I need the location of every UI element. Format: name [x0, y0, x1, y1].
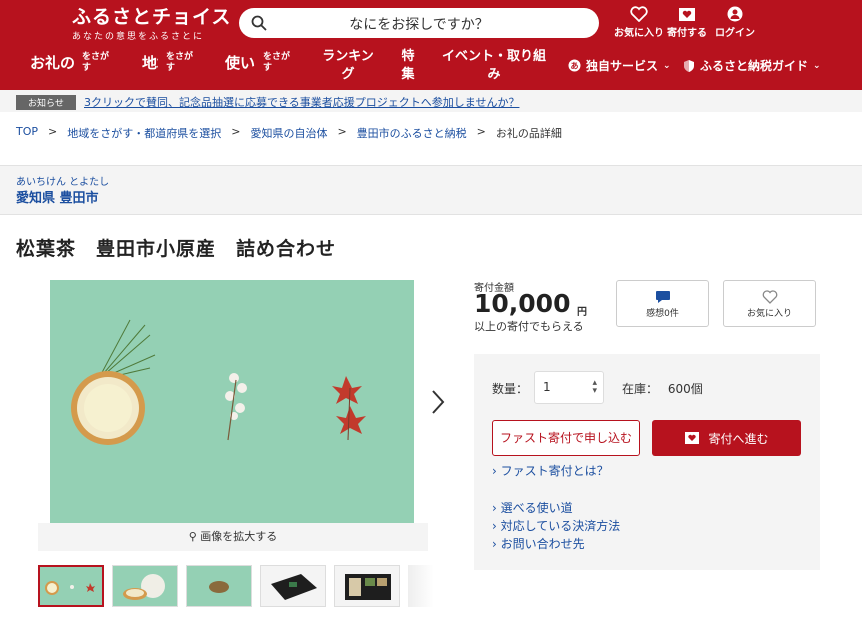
search-bar[interactable]: なにをお探しですか？: [239, 8, 599, 38]
zoom-image-label: 画像を拡大する: [200, 530, 278, 543]
breadcrumb-city[interactable]: 豊田市のふるさと納税: [357, 125, 467, 141]
thumbnail-photo: [123, 574, 165, 600]
breadcrumb-separator: >: [337, 125, 347, 138]
thumbnail-2[interactable]: [112, 565, 178, 607]
select-caret-icon: ▴ ▾: [592, 378, 597, 396]
breadcrumb-region[interactable]: 地域をさがす・都道府県を選択: [67, 125, 221, 141]
chevron-down-icon: ⌄: [813, 60, 821, 71]
nav-gifts-small: をさがす: [82, 52, 110, 73]
breadcrumb-separator: >: [48, 125, 58, 138]
thumbnail-photo: [271, 574, 317, 600]
contact-link[interactable]: › お問い合わせ先: [492, 535, 585, 552]
thumbnail-1[interactable]: [38, 565, 104, 607]
shield-icon: [684, 59, 694, 72]
header-donate-button[interactable]: 寄付する: [667, 6, 707, 39]
nav-usage-small: をさがす: [263, 52, 291, 73]
nav-services-label: 独自サービス: [586, 59, 659, 73]
nav-gifts[interactable]: お礼の品 をさがす: [30, 52, 110, 74]
nav-gifts-big: お礼の品: [30, 54, 74, 72]
breadcrumb-current: お礼の品詳細: [495, 127, 562, 140]
header-login-label: ログイン: [715, 28, 755, 39]
breadcrumb: TOP > 地域をさがす・都道府県を選択 > 愛知県の自治体 > 豊田市のふるさと納税…: [16, 125, 562, 141]
thumbnail-photo: [209, 581, 229, 593]
quantity-value: 1: [543, 380, 551, 394]
fast-donation-button[interactable]: ファスト寄付で申し込む: [492, 420, 640, 456]
stock-info: 在庫： 600個: [622, 380, 703, 397]
location-header: あいちけん とよたし 愛知県 豊田市: [0, 165, 862, 215]
svg-text:あ: あ: [571, 62, 579, 71]
location-name[interactable]: 愛知県 豊田市: [16, 187, 99, 206]
nav-guide-label: ふるさと納税ガイド: [700, 59, 809, 73]
nav-region-big: 地域: [142, 54, 158, 72]
product-photo: [50, 280, 414, 523]
proceed-to-donate-button[interactable]: 寄付へ進む: [652, 420, 801, 456]
site-header: ふるさとチョイス あなたの意思をふるさとに なにをお探しですか？ お気に入り 寄…: [0, 0, 862, 90]
header-favorites-label: お気に入り: [614, 28, 664, 39]
thumbnail-6-partial[interactable]: [408, 565, 434, 607]
magnifier-icon: ⚲: [188, 530, 197, 543]
quantity-select[interactable]: 1 ▴ ▾: [534, 371, 604, 404]
usage-link[interactable]: › 選べる使い道: [492, 499, 573, 516]
breadcrumb-top[interactable]: TOP: [16, 125, 38, 141]
logo-text: ふるさとチョイス: [72, 6, 232, 28]
thumbnail-strip: [38, 565, 434, 607]
heart-icon: [762, 290, 777, 304]
review-button[interactable]: 感想0件: [616, 280, 709, 327]
donation-note: 以上の寄付でもらえる: [474, 320, 584, 333]
logo-tagline: あなたの意思をふるさとに: [72, 32, 205, 42]
donation-currency: 円: [577, 307, 587, 318]
location-ruby: あいちけん とよたし: [16, 177, 110, 188]
site-logo[interactable]: ふるさとチョイス あなたの意思をふるさとに: [72, 6, 231, 42]
donation-amount: 10,000: [474, 289, 571, 318]
product-main-image[interactable]: [50, 280, 414, 523]
nav-region[interactable]: 地域 をさがす: [142, 52, 194, 74]
original-service-icon: あ: [568, 59, 581, 72]
stock-label: 在庫：: [622, 382, 659, 396]
nav-guide-dropdown[interactable]: ふるさと納税ガイド ⌄: [683, 57, 821, 74]
search-placeholder[interactable]: なにをお探しですか？: [239, 14, 599, 34]
notice-link[interactable]: 3クリックで賛同、記念品抽選に応募できる事業者応援プロジェクトへ参加しませんか？: [84, 94, 519, 110]
favorite-button[interactable]: お気に入り: [723, 280, 816, 327]
thumbnail-3[interactable]: [186, 565, 252, 607]
header-donate-label: 寄付する: [667, 28, 707, 39]
header-favorites-button[interactable]: お気に入り: [614, 6, 664, 39]
quantity-label: 数量：: [492, 382, 529, 396]
proceed-to-donate-label: 寄付へ進む: [708, 431, 769, 446]
thumbnail-5[interactable]: [334, 565, 400, 607]
nav-ranking[interactable]: ランキング: [320, 48, 376, 84]
breadcrumb-separator: >: [231, 125, 241, 138]
breadcrumb-prefecture[interactable]: 愛知県の自治体: [250, 125, 327, 141]
zoom-image-button[interactable]: ⚲ 画像を拡大する: [38, 523, 428, 551]
thumbnail-photo: [345, 574, 391, 600]
notice-badge: お知らせ: [16, 95, 76, 110]
notice-bar: お知らせ 3クリックで賛同、記念品抽選に応募できる事業者応援プロジェクトへ参加し…: [0, 90, 862, 112]
header-login-button[interactable]: ログイン: [715, 6, 755, 39]
nav-usage-big: 使い道: [225, 54, 255, 72]
nav-usage[interactable]: 使い道 をさがす: [225, 52, 291, 74]
donation-panel: 数量： 1 ▴ ▾ 在庫： 600個 ファスト寄付で申し込む 寄付へ進む › ファ…: [474, 354, 820, 570]
review-label: 感想0件: [646, 309, 679, 319]
breadcrumb-separator: >: [476, 125, 486, 138]
thumbnail-4[interactable]: [260, 565, 326, 607]
user-icon: [727, 6, 743, 22]
favorite-label: お気に入り: [746, 309, 792, 319]
nav-region-small: をさがす: [166, 52, 194, 73]
donate-box-icon: [685, 432, 700, 444]
nav-services-dropdown[interactable]: あ 独自サービス ⌄: [568, 57, 671, 74]
heart-icon: [630, 6, 648, 22]
payment-methods-link[interactable]: › 対応している決済方法: [492, 517, 620, 534]
thumbnail-photo: [45, 581, 95, 595]
nav-feature[interactable]: 特集: [400, 48, 416, 84]
product-title: 松葉茶 豊田市小原産 詰め合わせ: [16, 238, 337, 260]
speech-bubble-icon: [655, 291, 670, 303]
fast-donation-info-link[interactable]: › ファスト寄付とは？: [492, 462, 609, 479]
donate-box-icon: [679, 8, 695, 21]
chevron-down-icon: ⌄: [663, 60, 671, 71]
nav-events[interactable]: イベント・取り組み: [442, 48, 546, 84]
stock-value: 600個: [667, 382, 703, 396]
next-image-arrow-icon[interactable]: [428, 388, 448, 416]
